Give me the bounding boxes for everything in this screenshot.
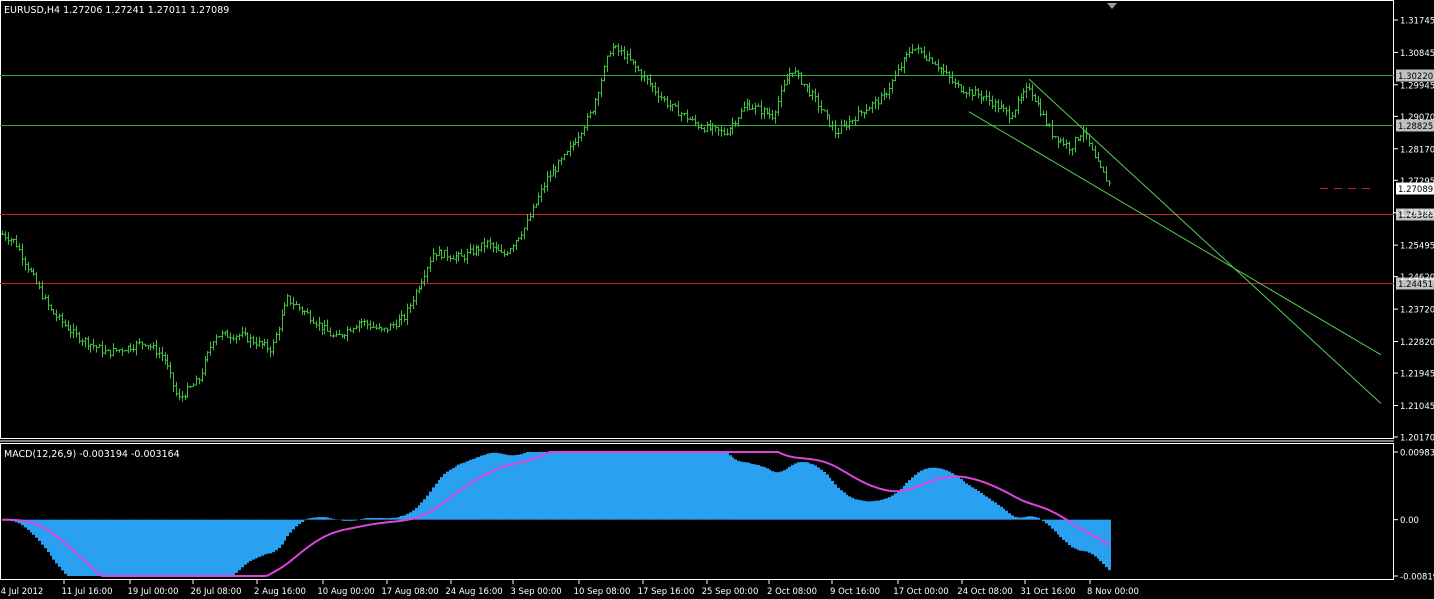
price-axis-label: 1.29070 bbox=[1400, 113, 1434, 123]
time-axis-label: 17 Sep 16:00 bbox=[638, 587, 695, 597]
time-axis-label: 17 Oct 00:00 bbox=[893, 587, 948, 597]
time-axis-label: 4 Jul 2012 bbox=[1, 587, 44, 597]
price-axis-label: 1.21945 bbox=[1400, 370, 1434, 380]
trend-line[interactable] bbox=[968, 111, 1382, 356]
time-axis-label: 11 Jul 16:00 bbox=[62, 587, 113, 597]
level-price-label: 1.28825 bbox=[1398, 122, 1433, 132]
chart-terminal[interactable]: 1.302201.288251.263661.244511.27089 EURU… bbox=[0, 0, 1434, 599]
time-axis-label: 2 Oct 08:00 bbox=[767, 587, 817, 597]
trend-line[interactable] bbox=[1028, 78, 1382, 404]
price-axis-label: 1.21045 bbox=[1400, 402, 1434, 412]
price-axis-label: 1.28170 bbox=[1400, 145, 1434, 155]
price-axis-label: 1.22820 bbox=[1400, 338, 1434, 348]
price-axis-label: 1.26395 bbox=[1400, 209, 1434, 219]
macd-axis-label: 0.009838 bbox=[1400, 449, 1434, 459]
price-axis-label: 1.20170 bbox=[1400, 434, 1434, 444]
price-axis-label: 1.31745 bbox=[1400, 17, 1434, 27]
time-axis-label: 8 Nov 00:00 bbox=[1087, 587, 1139, 597]
time-axis-label: 3 Sep 00:00 bbox=[510, 587, 561, 597]
time-axis-label: 19 Jul 00:00 bbox=[128, 587, 179, 597]
price-axis-label: 1.24620 bbox=[1400, 273, 1434, 283]
price-panel-frame bbox=[0, 0, 1394, 439]
time-axis-label: 26 Jul 08:00 bbox=[191, 587, 242, 597]
price-axis-label: 1.30845 bbox=[1400, 49, 1434, 59]
time-axis-label: 24 Oct 08:00 bbox=[957, 587, 1012, 597]
macd-axis-label: 0.00 bbox=[1400, 516, 1419, 526]
time-axis-label: 10 Aug 00:00 bbox=[317, 587, 374, 597]
price-axis-label: 1.25495 bbox=[1400, 242, 1434, 252]
time-axis-label: 9 Oct 16:00 bbox=[830, 587, 880, 597]
price-bars bbox=[1, 43, 1111, 402]
price-panel-header: EURUSD,H4 1.27206 1.27241 1.27011 1.2708… bbox=[4, 5, 229, 16]
horizontal-levels[interactable]: 1.302201.288251.263661.244511.27089 bbox=[0, 69, 1434, 291]
time-axis-label: 10 Sep 08:00 bbox=[574, 587, 631, 597]
price-axis-label: 1.29945 bbox=[1400, 81, 1434, 91]
time-axis: 4 Jul 2012 11 Jul 16:00 19 Jul 00:00 26 Jul… bbox=[1, 580, 1139, 597]
price-axis-label: 1.23720 bbox=[1400, 306, 1434, 316]
price-axis: 1.31745 1.30845 1.29945 1.29070 1.28170 1.272… bbox=[1394, 17, 1434, 444]
time-axis-label: 31 Oct 16:00 bbox=[1020, 587, 1075, 597]
time-axis-label: 25 Sep 00:00 bbox=[702, 587, 759, 597]
trend-lines[interactable] bbox=[968, 78, 1382, 404]
macd-panel-header: MACD(12,26,9) -0.003194 -0.003164 bbox=[4, 449, 180, 460]
price-axis-label: 1.27295 bbox=[1400, 177, 1434, 187]
time-axis-label: 17 Aug 08:00 bbox=[381, 587, 438, 597]
macd-indicator bbox=[2, 451, 1111, 577]
macd-axis: 0.009838 0.00 -0.00819 bbox=[1394, 449, 1434, 583]
time-axis-label: 24 Aug 16:00 bbox=[445, 587, 502, 597]
time-axis-label: 2 Aug 16:00 bbox=[254, 587, 306, 597]
chart-shift-marker-icon[interactable] bbox=[1107, 3, 1117, 9]
macd-axis-label: -0.00819 bbox=[1400, 573, 1434, 583]
